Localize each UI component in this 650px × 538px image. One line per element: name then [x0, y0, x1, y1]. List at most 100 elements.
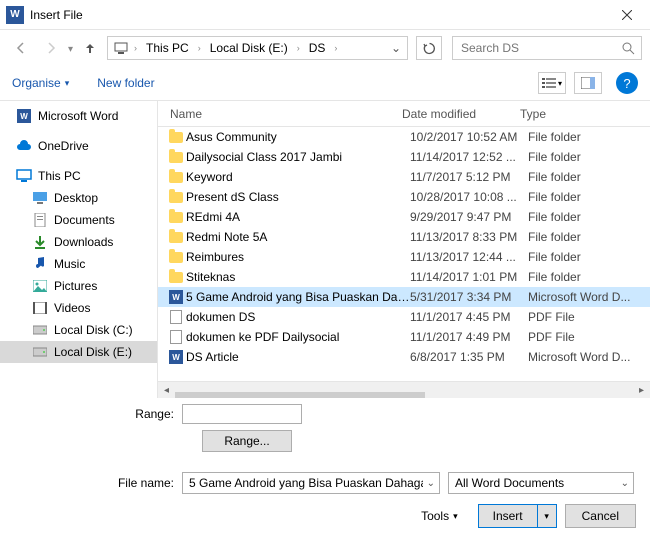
file-row[interactable]: dokumen ke PDF Dailysocial11/1/2017 4:49…: [158, 327, 650, 347]
insert-dropdown[interactable]: ▾: [538, 511, 556, 522]
sidebar-item[interactable]: Videos: [0, 297, 157, 319]
range-label: Range:: [12, 407, 182, 421]
sidebar-item[interactable]: Documents: [0, 209, 157, 231]
address-bar[interactable]: › This PC › Local Disk (E:) › DS › ⌄: [107, 36, 408, 60]
new-folder-button[interactable]: New folder: [97, 76, 154, 90]
organise-menu[interactable]: Organise ▾: [12, 76, 69, 90]
range-input[interactable]: [182, 404, 302, 424]
file-name: Asus Community: [186, 130, 410, 144]
insert-button[interactable]: Insert ▾: [478, 504, 557, 528]
file-name: DS Article: [186, 350, 410, 364]
insert-label: Insert: [479, 505, 538, 527]
horizontal-scrollbar[interactable]: ◂ ▸: [158, 381, 650, 398]
sidebar-item[interactable]: Local Disk (C:): [0, 319, 157, 341]
breadcrumb-this-pc[interactable]: This PC: [143, 39, 192, 57]
file-type: File folder: [528, 250, 650, 264]
file-date: 10/28/2017 10:08 ...: [410, 190, 528, 204]
disk-icon: [32, 324, 48, 336]
chevron-right-icon[interactable]: ›: [198, 43, 201, 53]
folder-icon: [166, 132, 186, 143]
chevron-right-icon[interactable]: ›: [334, 43, 337, 53]
sidebar-item[interactable]: This PC: [0, 165, 157, 187]
preview-pane-button[interactable]: [574, 72, 602, 94]
file-row[interactable]: Stiteknas11/14/2017 1:01 PMFile folder: [158, 267, 650, 287]
sidebar-item-label: Downloads: [54, 235, 113, 249]
sidebar-item[interactable]: Downloads: [0, 231, 157, 253]
chevron-right-icon[interactable]: ›: [297, 43, 300, 53]
column-name[interactable]: Name: [158, 107, 402, 121]
forward-button[interactable]: [38, 35, 64, 61]
breadcrumb-ds[interactable]: DS: [306, 39, 329, 57]
filename-label: File name:: [12, 476, 182, 490]
refresh-button[interactable]: [416, 36, 442, 60]
file-row[interactable]: dokumen DS11/1/2017 4:45 PMPDF File: [158, 307, 650, 327]
sidebar-item-label: Videos: [54, 301, 90, 315]
back-button[interactable]: [8, 35, 34, 61]
file-row[interactable]: W5 Game Android yang Bisa Puaskan Daha..…: [158, 287, 650, 307]
file-row[interactable]: Redmi Note 5A11/13/2017 8:33 PMFile fold…: [158, 227, 650, 247]
tools-label: Tools: [421, 509, 449, 523]
down-icon: [32, 235, 48, 249]
file-row[interactable]: Present dS Class10/28/2017 10:08 ...File…: [158, 187, 650, 207]
close-icon: [622, 10, 632, 20]
pc-icon: [16, 169, 32, 183]
file-row[interactable]: Reimbures11/13/2017 12:44 ...File folder: [158, 247, 650, 267]
folder-icon: [166, 212, 186, 223]
sidebar-item-label: Pictures: [54, 279, 97, 293]
sidebar-item-label: Local Disk (C:): [54, 323, 133, 337]
scroll-right-button[interactable]: ▸: [633, 382, 650, 399]
cloud-icon: [16, 140, 32, 152]
chevron-down-icon: ▾: [558, 79, 562, 88]
file-date: 9/29/2017 9:47 PM: [410, 210, 528, 224]
sidebar-item[interactable]: Music: [0, 253, 157, 275]
breadcrumb-local-disk-e[interactable]: Local Disk (E:): [207, 39, 291, 57]
arrow-right-icon: [44, 41, 58, 55]
chevron-down-icon[interactable]: ⌄: [427, 478, 435, 489]
tools-menu[interactable]: Tools ▾: [421, 509, 458, 523]
details-view-icon: [542, 77, 556, 89]
file-type: PDF File: [528, 310, 650, 324]
file-date: 6/8/2017 1:35 PM: [410, 350, 528, 364]
sidebar-item-label: This PC: [38, 169, 81, 183]
sidebar-item[interactable]: Local Disk (E:): [0, 341, 157, 363]
file-row[interactable]: REdmi 4A9/29/2017 9:47 PMFile folder: [158, 207, 650, 227]
chevron-down-icon[interactable]: ⌄: [621, 478, 629, 489]
pc-icon: [114, 42, 128, 54]
cancel-button[interactable]: Cancel: [565, 504, 636, 528]
sidebar-item[interactable]: OneDrive: [0, 135, 157, 157]
nav-sidebar: WMicrosoft Word OneDrive This PC DesktopDoc…: [0, 101, 158, 398]
sidebar-item[interactable]: WMicrosoft Word: [0, 105, 157, 127]
arrow-up-icon: [83, 41, 97, 55]
range-button[interactable]: Range...: [202, 430, 292, 452]
recent-locations-dropdown[interactable]: ▾: [68, 44, 73, 55]
file-row[interactable]: WDS Article6/8/2017 1:35 PMMicrosoft Wor…: [158, 347, 650, 367]
file-row[interactable]: Asus Community10/2/2017 10:52 AMFile fol…: [158, 127, 650, 147]
sidebar-item[interactable]: Pictures: [0, 275, 157, 297]
file-type: File folder: [528, 130, 650, 144]
filename-combo[interactable]: 5 Game Android yang Bisa Puaskan Dahaga …: [182, 472, 440, 494]
search-input[interactable]: [459, 40, 622, 56]
search-box[interactable]: [452, 36, 642, 60]
close-button[interactable]: [604, 0, 650, 30]
up-button[interactable]: [77, 35, 103, 61]
help-button[interactable]: ?: [616, 72, 638, 94]
file-row[interactable]: Dailysocial Class 2017 Jambi11/14/2017 1…: [158, 147, 650, 167]
file-row[interactable]: Keyword11/7/2017 5:12 PMFile folder: [158, 167, 650, 187]
filter-value: All Word Documents: [455, 476, 617, 490]
file-type: File folder: [528, 170, 650, 184]
view-details-button[interactable]: ▾: [538, 72, 566, 94]
column-date[interactable]: Date modified: [402, 107, 520, 121]
window-title: Insert File: [30, 8, 604, 22]
file-list[interactable]: Asus Community10/2/2017 10:52 AMFile fol…: [158, 127, 650, 381]
file-type: File folder: [528, 230, 650, 244]
scroll-left-button[interactable]: ◂: [158, 382, 175, 399]
pics-icon: [32, 280, 48, 292]
address-dropdown[interactable]: ⌄: [387, 41, 405, 55]
sidebar-item[interactable]: Desktop: [0, 187, 157, 209]
file-date: 11/13/2017 12:44 ...: [410, 250, 528, 264]
scroll-thumb[interactable]: [175, 392, 425, 398]
column-type[interactable]: Type: [520, 107, 650, 121]
folder-icon: [166, 152, 186, 163]
file-type-filter[interactable]: All Word Documents ⌄: [448, 472, 634, 494]
chevron-right-icon[interactable]: ›: [134, 43, 137, 53]
